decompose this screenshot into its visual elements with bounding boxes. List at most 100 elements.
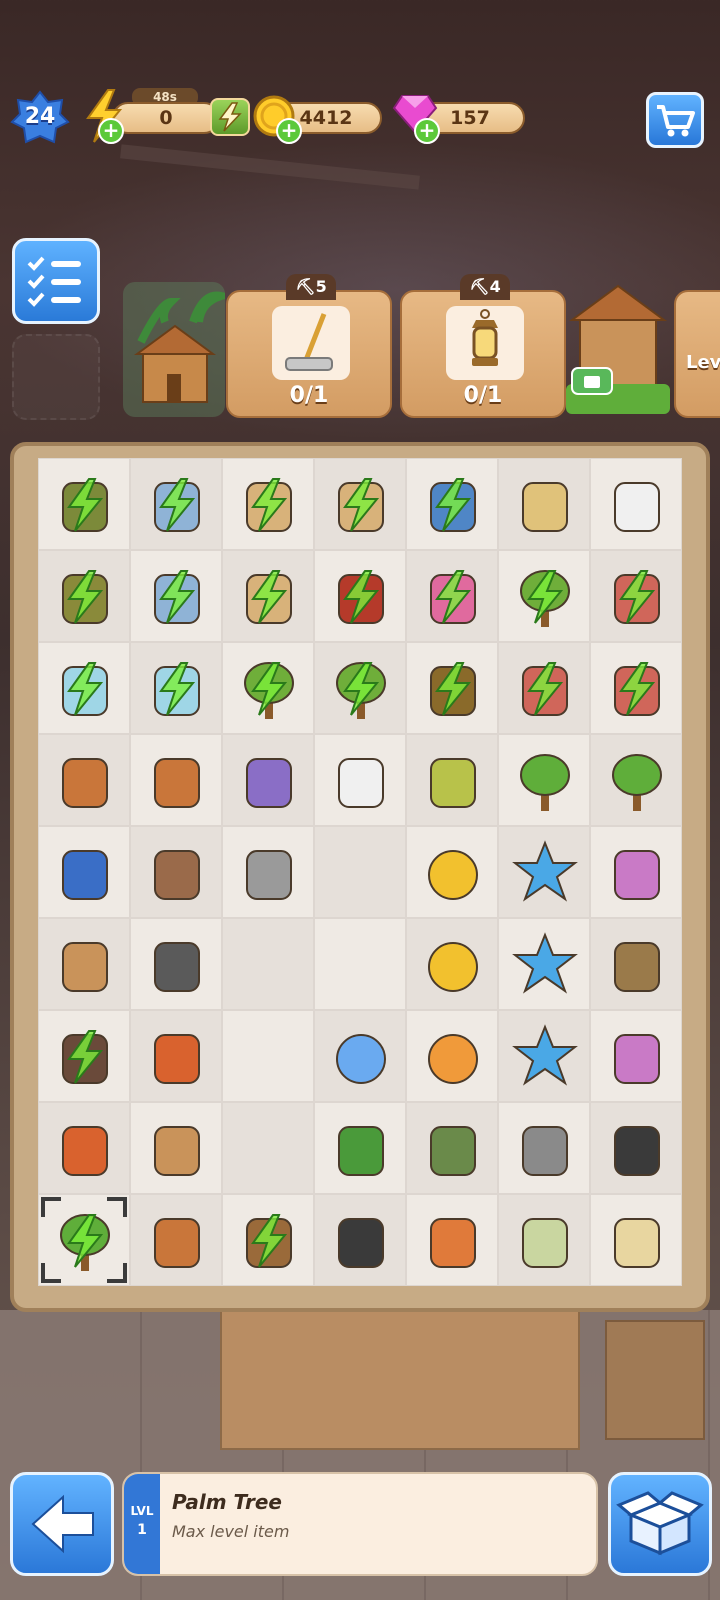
board-cell[interactable]: [590, 1010, 682, 1102]
board-cell[interactable]: [406, 1010, 498, 1102]
board-cell[interactable]: [130, 734, 222, 826]
board-cell[interactable]: [314, 826, 406, 918]
board-cell[interactable]: [222, 826, 314, 918]
board-cell[interactable]: [130, 550, 222, 642]
board-cell[interactable]: [38, 458, 130, 550]
treehouse-order-icon[interactable]: [123, 282, 225, 417]
board-cell[interactable]: [38, 1102, 130, 1194]
add-energy-button[interactable]: +: [98, 118, 124, 144]
hourglass-icon: [62, 942, 108, 992]
locked-energy-icon: [67, 570, 104, 624]
board-cell[interactable]: [222, 1102, 314, 1194]
soap-icon: [614, 1218, 660, 1268]
locked-energy-icon: [435, 570, 472, 624]
board-cell[interactable]: [406, 734, 498, 826]
board-cell[interactable]: [498, 550, 590, 642]
board-cell[interactable]: [130, 826, 222, 918]
board-cell[interactable]: [498, 734, 590, 826]
board-cell[interactable]: [498, 1010, 590, 1102]
garden-shed-order-icon[interactable]: [566, 280, 670, 418]
board-cell[interactable]: [130, 642, 222, 734]
mop-icon: [285, 313, 333, 371]
paint-brush-icon: [430, 1218, 476, 1268]
board-cell[interactable]: [130, 458, 222, 550]
board-cell[interactable]: [314, 1102, 406, 1194]
board-cell[interactable]: [38, 918, 130, 1010]
board-cell[interactable]: [130, 918, 222, 1010]
energy-orb-icon: [336, 1034, 386, 1084]
board-cell[interactable]: [590, 550, 682, 642]
locked-energy-icon: [159, 662, 196, 716]
board-cell[interactable]: [406, 1102, 498, 1194]
board-cell[interactable]: [590, 458, 682, 550]
board-cell[interactable]: [406, 918, 498, 1010]
tasks-button[interactable]: [12, 238, 100, 324]
board-cell[interactable]: [38, 642, 130, 734]
item-name: Palm Tree: [172, 1490, 282, 1514]
board-cell[interactable]: [222, 458, 314, 550]
seed-pot-icon: [614, 942, 660, 992]
glue-tube-icon: [338, 758, 384, 808]
board-cell[interactable]: [222, 1010, 314, 1102]
board-cell[interactable]: [130, 1102, 222, 1194]
board-cell[interactable]: [314, 550, 406, 642]
board-cell[interactable]: [314, 642, 406, 734]
board-cell[interactable]: [498, 458, 590, 550]
board-cell[interactable]: [314, 1194, 406, 1286]
locked-energy-icon: [619, 662, 656, 716]
treasure-chest-icon: [62, 850, 108, 900]
board-cell[interactable]: [38, 734, 130, 826]
next-order-card[interactable]: Lev: [674, 290, 720, 418]
board-cell[interactable]: [222, 918, 314, 1010]
board-cell[interactable]: [222, 642, 314, 734]
board-cell[interactable]: [314, 918, 406, 1010]
locked-energy-icon: [435, 662, 472, 716]
merge-board: [10, 442, 710, 1312]
energy-boost-button[interactable]: [210, 98, 250, 136]
board-cell[interactable]: [406, 1194, 498, 1286]
pruners-icon: [338, 1126, 384, 1176]
inventory-box-button[interactable]: [608, 1472, 712, 1576]
order-card-2[interactable]: ⛏4 0/1: [400, 274, 566, 418]
locked-energy-icon: [343, 570, 380, 624]
board-cell[interactable]: [314, 734, 406, 826]
board-cell[interactable]: [498, 1102, 590, 1194]
board-cell[interactable]: [130, 1194, 222, 1286]
board-cell[interactable]: [222, 734, 314, 826]
board-cell[interactable]: [222, 1194, 314, 1286]
board-cell[interactable]: [590, 918, 682, 1010]
next-order-label: Lev: [686, 352, 720, 373]
order-1-pickaxe-count: ⛏5: [286, 274, 336, 300]
locked-energy-icon: [67, 662, 104, 716]
board-cell[interactable]: [38, 1010, 130, 1102]
lamp-vase-icon: [614, 482, 660, 532]
add-coins-button[interactable]: +: [276, 118, 302, 144]
board-cell[interactable]: [590, 1194, 682, 1286]
board-cell[interactable]: [498, 1194, 590, 1286]
gloves-icon: [154, 850, 200, 900]
board-cell[interactable]: [406, 642, 498, 734]
board-cell[interactable]: [406, 826, 498, 918]
board-cell[interactable]: [314, 458, 406, 550]
cart-icon: [657, 105, 695, 137]
board-cell[interactable]: [38, 826, 130, 918]
board-cell[interactable]: [590, 826, 682, 918]
board-cell[interactable]: [590, 734, 682, 826]
board-cell[interactable]: [38, 1194, 130, 1286]
board-cell[interactable]: [498, 826, 590, 918]
player-level-badge[interactable]: 24: [10, 90, 70, 146]
board-cell[interactable]: [590, 642, 682, 734]
board-cell[interactable]: [498, 918, 590, 1010]
board-cell[interactable]: [590, 1102, 682, 1194]
back-button[interactable]: [10, 1472, 114, 1576]
shop-button[interactable]: [646, 92, 704, 148]
board-cell[interactable]: [222, 550, 314, 642]
board-cell[interactable]: [130, 1010, 222, 1102]
board-cell[interactable]: [314, 1010, 406, 1102]
add-gems-button[interactable]: +: [414, 118, 440, 144]
board-cell[interactable]: [406, 550, 498, 642]
board-cell[interactable]: [38, 550, 130, 642]
board-cell[interactable]: [498, 642, 590, 734]
board-cell[interactable]: [406, 458, 498, 550]
order-card-1[interactable]: ⛏5 0/1: [226, 274, 392, 418]
